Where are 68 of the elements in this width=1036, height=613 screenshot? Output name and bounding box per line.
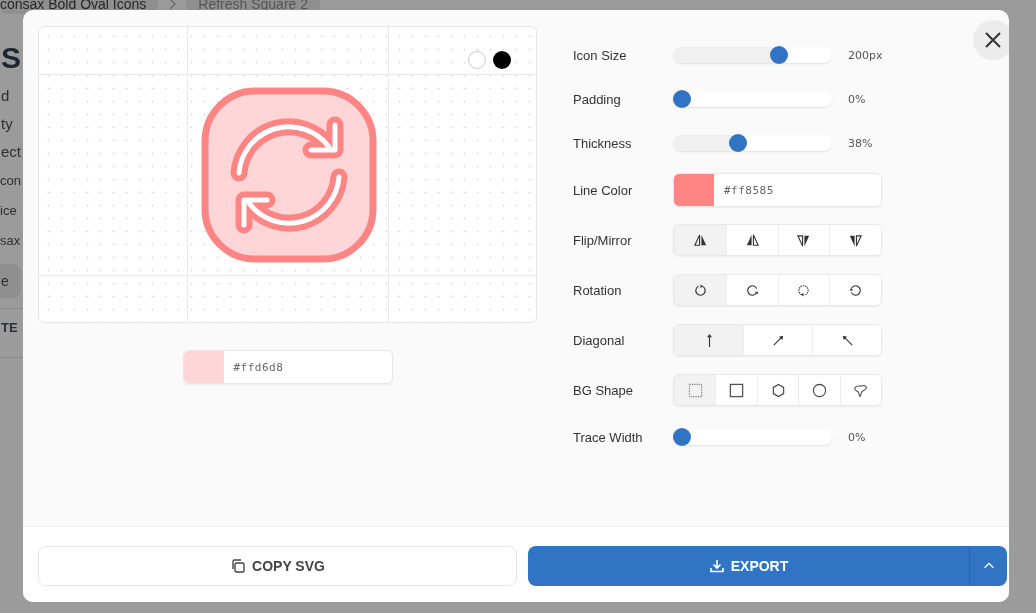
- setting-label: Padding: [573, 91, 622, 107]
- description-text: d: [1, 86, 10, 106]
- option-button[interactable]: [674, 275, 726, 305]
- setting-label: Line Color: [573, 182, 634, 198]
- option-button[interactable]: [674, 225, 726, 255]
- rotate-icon: [744, 282, 760, 298]
- slider-thumb[interactable]: [770, 46, 789, 64]
- circle-icon: [811, 382, 827, 398]
- slider-thumb[interactable]: [673, 90, 691, 108]
- slider-value: 0%: [848, 430, 866, 444]
- refresh-square-icon: [201, 87, 377, 265]
- setting-label: Flip/Mirror: [573, 232, 633, 248]
- page-heading: S: [1, 40, 21, 76]
- rotate-icon: [692, 282, 708, 298]
- flip-horizontal-icon: [692, 232, 708, 248]
- page-tab[interactable]: TE: [1, 309, 18, 347]
- slider-thumb[interactable]: [729, 134, 748, 152]
- copy-svg-button[interactable]: COPY SVG: [38, 546, 517, 586]
- setting-label: Icon Size: [573, 47, 628, 63]
- color-swatch[interactable]: [183, 351, 224, 383]
- slider-track[interactable]: [673, 47, 832, 63]
- option-button[interactable]: [829, 225, 881, 255]
- slider-value: 0%: [848, 92, 866, 106]
- close-icon: [983, 30, 1003, 50]
- option-button[interactable]: [725, 225, 778, 255]
- description-text: ect: [1, 142, 21, 162]
- setting-label: Rotation: [573, 282, 623, 298]
- option-button[interactable]: [829, 275, 881, 305]
- preview-background-toggle[interactable]: [468, 51, 486, 69]
- slider-track[interactable]: [673, 91, 832, 107]
- setting-label: Trace Width: [573, 429, 644, 445]
- export-button[interactable]: EXPORT: [528, 546, 969, 586]
- hexagon-icon: [770, 382, 786, 398]
- slider-thumb[interactable]: [673, 428, 691, 446]
- flip-vertical-icon: [796, 232, 812, 248]
- option-button[interactable]: [798, 375, 840, 405]
- setting-label: Diagonal: [573, 332, 626, 348]
- chevron-right-icon: [168, 0, 177, 10]
- flip-horizontal-icon: [744, 232, 760, 248]
- copy-icon: [230, 558, 247, 574]
- setting-label: BG Shape: [573, 382, 634, 398]
- close-button[interactable]: [973, 20, 1009, 60]
- slider-value: 38%: [848, 136, 873, 150]
- option-button[interactable]: [839, 375, 881, 405]
- color-swatch[interactable]: [674, 174, 714, 206]
- page-button[interactable]: e: [0, 264, 21, 298]
- setting-label: Thickness: [573, 135, 633, 151]
- square-icon: [729, 382, 745, 398]
- rotate-icon: [796, 282, 812, 298]
- slider-track[interactable]: [673, 135, 832, 151]
- option-button[interactable]: [715, 375, 757, 405]
- info-text: ice: [0, 202, 17, 220]
- flip-vertical-icon: [848, 232, 864, 248]
- dotted-square-icon: [687, 382, 703, 398]
- option-button[interactable]: [725, 275, 778, 305]
- color-field[interactable]: #ffd6d8: [182, 350, 393, 384]
- description-text: ty: [1, 114, 13, 134]
- color-field[interactable]: #ff8585: [673, 173, 882, 207]
- info-text: sax: [0, 232, 21, 250]
- info-text: con: [0, 172, 21, 190]
- slider-track[interactable]: [673, 429, 832, 445]
- option-button[interactable]: [756, 375, 799, 405]
- option-button[interactable]: [777, 225, 830, 255]
- preview-background-toggle[interactable]: [493, 51, 511, 69]
- download-icon: [708, 558, 725, 574]
- slider-value: 200px: [848, 48, 883, 62]
- blob-shape-icon: [853, 382, 869, 398]
- rotate-icon: [848, 282, 864, 298]
